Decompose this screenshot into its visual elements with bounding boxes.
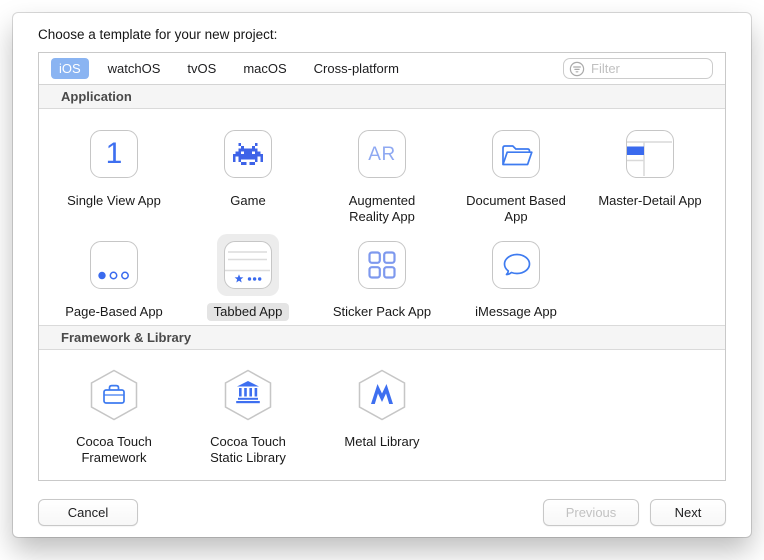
metal-library-icon: [358, 369, 406, 421]
template-document-based-app[interactable]: Document Based App: [449, 119, 583, 226]
template-imessage-app[interactable]: iMessage App: [449, 230, 583, 321]
dialog-title: Choose a template for your new project:: [38, 27, 726, 42]
previous-button: Previous: [543, 499, 639, 526]
augmented-reality-app-icon: AR: [358, 130, 406, 178]
cocoa-touch-static-library-icon: [224, 369, 272, 421]
template-label: Metal Library: [337, 433, 426, 451]
section-header-application: Application: [39, 85, 725, 109]
template-page-based-app[interactable]: Page-Based App: [47, 230, 181, 321]
tab-tvos[interactable]: tvOS: [179, 58, 224, 79]
cancel-button[interactable]: Cancel: [38, 499, 138, 526]
template-metal-library[interactable]: Metal Library: [315, 360, 449, 467]
template-label: iMessage App: [468, 303, 564, 321]
next-button[interactable]: Next: [650, 499, 726, 526]
tab-bar-icon: [225, 242, 270, 287]
document-based-app-icon: [492, 130, 540, 178]
template-label: Document Based App: [457, 192, 575, 226]
template-label: Page-Based App: [58, 303, 170, 321]
filter-field[interactable]: [563, 58, 713, 79]
template-label: Single View App: [60, 192, 168, 210]
template-cocoa-touch-static-library[interactable]: Cocoa Touch Static Library: [181, 360, 315, 467]
alien-sprite-icon: [233, 143, 263, 165]
sticker-grid-icon: [368, 251, 396, 279]
tab-watchos[interactable]: watchOS: [100, 58, 169, 79]
game-icon: [224, 130, 272, 178]
master-detail-app-icon: [626, 130, 674, 178]
framework-library-grid: Cocoa Touch Framework Cocoa Touch: [39, 350, 725, 471]
application-template-grid: 1 Single View App: [39, 109, 725, 325]
cocoa-touch-framework-icon: [90, 369, 138, 421]
template-master-detail-app[interactable]: Master-Detail App: [583, 119, 717, 226]
single-view-app-icon: 1: [90, 130, 138, 178]
tab-macos[interactable]: macOS: [235, 58, 294, 79]
tab-cross-platform[interactable]: Cross-platform: [306, 58, 407, 79]
filter-input[interactable]: [589, 60, 707, 77]
template-sticker-pack-app[interactable]: Sticker Pack App: [315, 230, 449, 321]
template-label: Cocoa Touch Framework: [55, 433, 173, 467]
template-chooser-dialog: Choose a template for your new project: …: [13, 13, 751, 537]
page-dots-icon: [91, 242, 136, 287]
template-label: Cocoa Touch Static Library: [189, 433, 307, 467]
template-single-view-app[interactable]: 1 Single View App: [47, 119, 181, 226]
template-cocoa-touch-framework[interactable]: Cocoa Touch Framework: [47, 360, 181, 467]
template-label: Augmented Reality App: [323, 192, 441, 226]
folder-icon: [498, 140, 534, 169]
template-label: Tabbed App: [207, 303, 290, 321]
filter-icon: [569, 61, 585, 77]
dialog-footer: Cancel Previous Next: [38, 499, 726, 526]
template-game[interactable]: Game: [181, 119, 315, 226]
template-label: Sticker Pack App: [326, 303, 438, 321]
sticker-pack-app-icon: [358, 241, 406, 289]
table-layout-icon: [627, 131, 672, 176]
template-panel: iOS watchOS tvOS macOS Cross-platform Ap…: [38, 52, 726, 481]
section-header-framework-library: Framework & Library: [39, 325, 725, 350]
page-based-app-icon: [90, 241, 138, 289]
template-tabbed-app[interactable]: Tabbed App: [181, 230, 315, 321]
tabbed-app-icon: [224, 241, 272, 289]
selection-highlight: [217, 234, 279, 296]
template-label: Game: [223, 192, 272, 210]
template-augmented-reality-app[interactable]: AR Augmented Reality App: [315, 119, 449, 226]
platform-tabbar: iOS watchOS tvOS macOS Cross-platform: [39, 53, 725, 85]
template-label: Master-Detail App: [591, 192, 708, 210]
chat-bubble-icon: [500, 252, 532, 278]
imessage-app-icon: [492, 241, 540, 289]
tab-ios[interactable]: iOS: [51, 58, 89, 79]
